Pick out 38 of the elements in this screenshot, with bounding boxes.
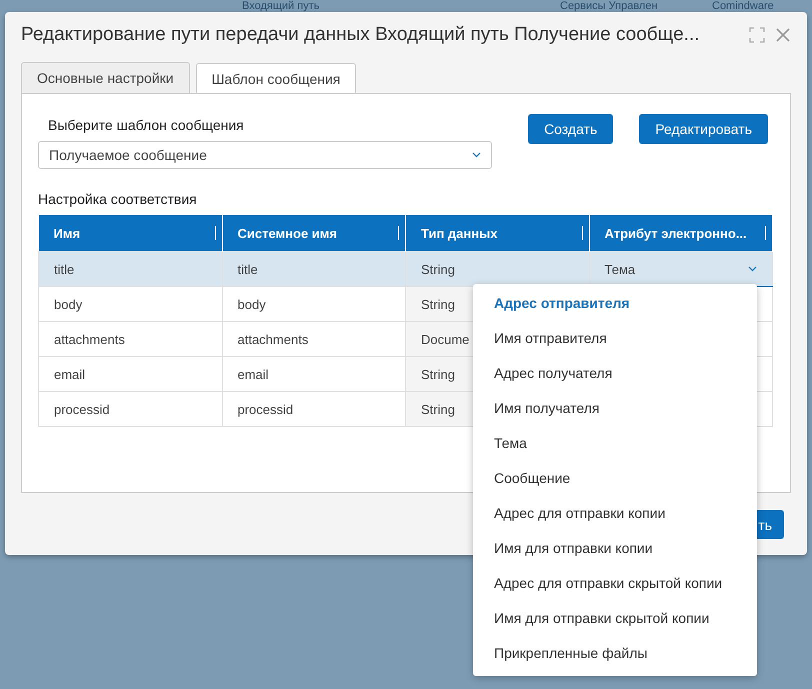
section-title: Настройка соответствия (38, 191, 198, 207)
table-cell: String (406, 252, 589, 286)
chevron-down-icon (472, 152, 481, 158)
table-cell: title (222, 252, 406, 286)
maximize-icon[interactable] (749, 27, 765, 43)
dropdown-item[interactable]: Имя для отправки скрытой копии (473, 600, 757, 635)
table-cell: body (222, 286, 406, 322)
column-header[interactable]: Тип данных (406, 215, 589, 252)
column-header[interactable]: Атрибут электронно... (589, 215, 772, 252)
tab[interactable]: Шаблон сообщения (196, 63, 356, 94)
column-header[interactable]: Имя (38, 215, 222, 252)
dropdown-item[interactable]: Тема (473, 425, 757, 460)
dropdown-item[interactable]: Прикрепленные файлы (473, 635, 757, 670)
action-button[interactable]: Создать (528, 114, 614, 144)
table-cell: email (38, 356, 222, 392)
template-select[interactable]: Получаемое сообщение (38, 141, 492, 169)
table-cell: body (38, 286, 222, 322)
background-nav-text: Входящий путь (242, 0, 320, 12)
table-cell: processid (38, 392, 222, 426)
background-nav-text: Сервисы Управлен (560, 0, 658, 12)
table-cell: attachments (38, 322, 222, 356)
tab[interactable]: Основные настройки (21, 62, 190, 93)
dropdown-item[interactable]: Адрес для отправки скрытой копии (473, 565, 757, 600)
chevron-down-icon (748, 266, 757, 272)
table-cell: title (38, 252, 222, 286)
field-label: Выберите шаблон сообщения (48, 117, 245, 133)
action-button[interactable]: Редактировать (639, 114, 768, 144)
dropdown-item[interactable]: Имя для отправки копии (473, 530, 757, 565)
dropdown-item[interactable]: Сообщение (473, 460, 757, 495)
table-cell: attachments (222, 322, 406, 356)
column-header[interactable]: Системное имя (222, 215, 406, 252)
close-icon[interactable] (775, 27, 791, 43)
background-nav-text: Comindware (712, 0, 774, 12)
table-cell: processid (222, 392, 406, 426)
dropdown-item[interactable]: Адрес для отправки копии (473, 495, 757, 530)
table-cell: email (222, 356, 406, 392)
window-title: Редактирование пути передачи данных Входящий путь Получение сообще... (21, 24, 701, 46)
attribute-select[interactable]: Тема (589, 252, 772, 286)
